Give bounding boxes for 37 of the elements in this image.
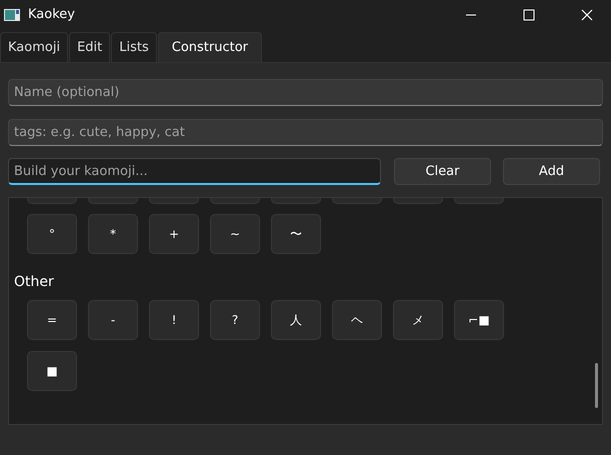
tab[interactable]: Constructor — [158, 32, 262, 62]
key-button[interactable]: メ — [393, 300, 443, 340]
key-button[interactable] — [88, 198, 138, 204]
key-button[interactable]: - — [88, 300, 138, 340]
key-button[interactable]: ■ — [27, 351, 77, 392]
close-icon[interactable] — [581, 8, 593, 21]
section-title: Other — [14, 274, 55, 290]
tab[interactable]: Edit — [69, 32, 110, 62]
clear-button[interactable]: Clear — [394, 158, 491, 186]
build-field[interactable]: Build your kaomoji... — [8, 158, 381, 186]
key-button[interactable]: 人 — [271, 300, 321, 340]
key-button[interactable]: ! — [149, 300, 199, 340]
key-button[interactable] — [210, 198, 260, 204]
key-button[interactable]: 〜 — [271, 214, 321, 254]
key-button[interactable] — [393, 198, 443, 204]
key-button[interactable]: ? — [210, 300, 260, 340]
scrollbar-thumb[interactable] — [595, 363, 598, 408]
key-button[interactable]: * — [88, 214, 138, 254]
key-button[interactable] — [149, 198, 199, 204]
key-button[interactable]: ~ — [210, 214, 260, 254]
key-button[interactable] — [332, 198, 382, 204]
tab[interactable]: Kaomoji — [0, 32, 68, 62]
key-button[interactable]: + — [149, 214, 199, 254]
key-button[interactable]: ⌐■ — [454, 300, 504, 340]
window-title: Kaokey — [28, 7, 75, 22]
key-button[interactable] — [454, 198, 504, 204]
add-button[interactable]: Add — [503, 158, 600, 186]
key-button[interactable] — [271, 198, 321, 204]
key-button[interactable]: = — [27, 300, 77, 340]
tags-field[interactable]: tags: e.g. cute, happy, cat — [8, 119, 603, 146]
key-button[interactable] — [27, 198, 77, 204]
maximize-icon[interactable] — [523, 8, 535, 21]
app-icon — [4, 8, 20, 22]
key-button[interactable]: ヘ — [332, 300, 382, 340]
tab[interactable]: Lists — [111, 32, 157, 62]
key-button[interactable]: ° — [27, 214, 77, 254]
name-field[interactable]: Name (optional) — [8, 79, 603, 106]
